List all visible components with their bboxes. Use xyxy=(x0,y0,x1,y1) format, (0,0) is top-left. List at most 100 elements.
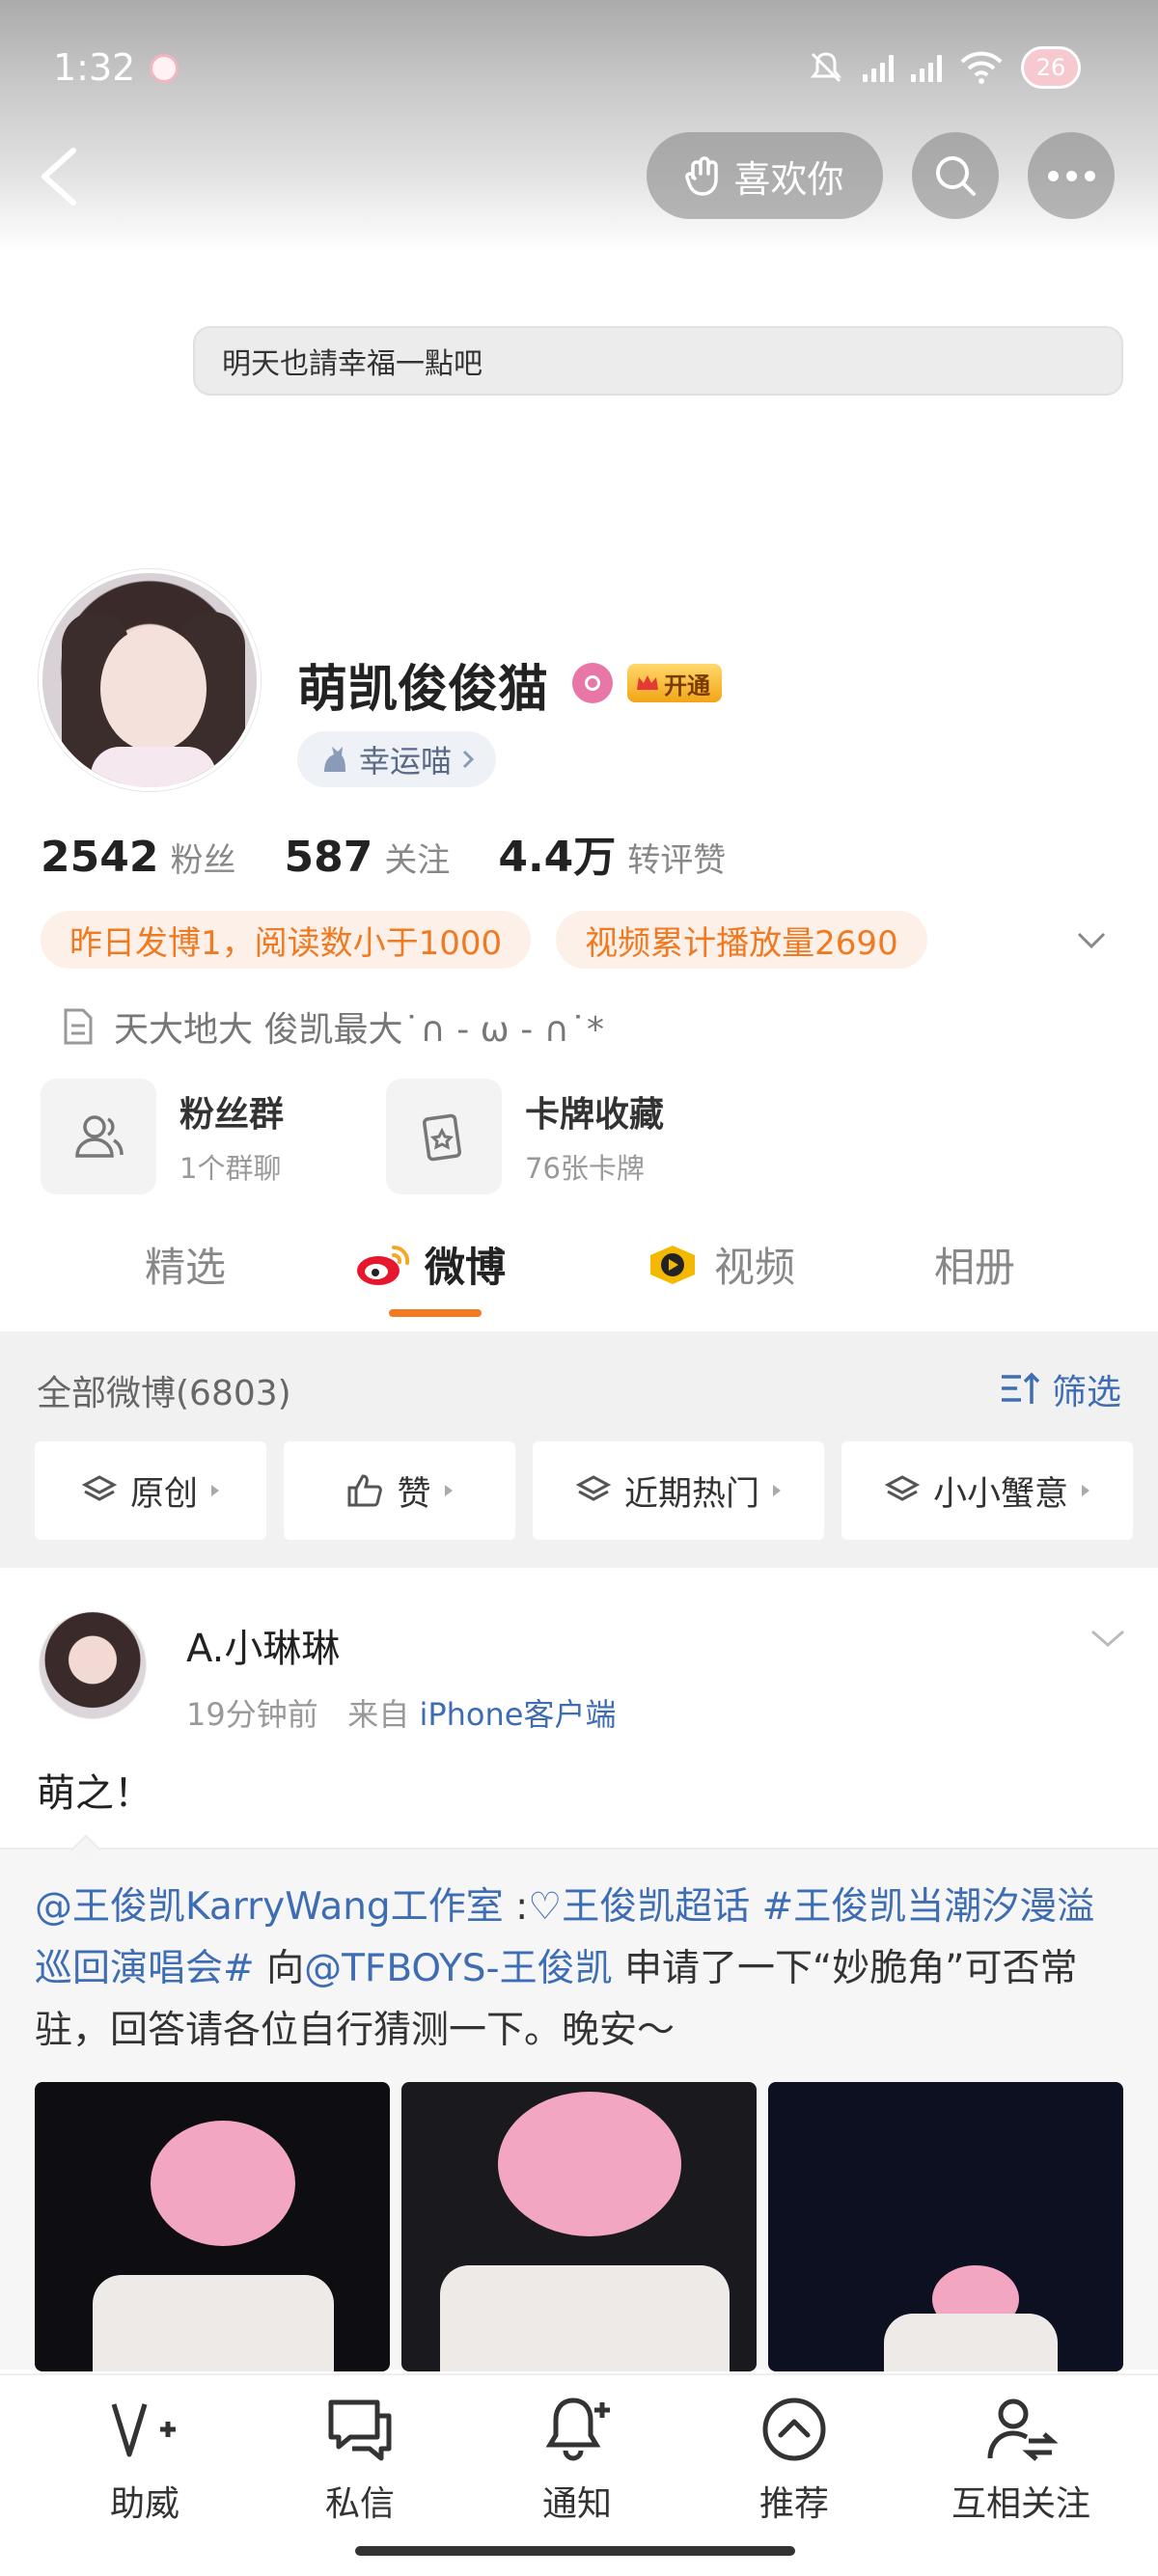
document-icon xyxy=(64,1008,93,1045)
stat-following-num: 587 xyxy=(284,833,373,882)
member-badge-icon[interactable] xyxy=(572,663,613,703)
profile-stats: 2542 粉丝 587 关注 4.4万 转评赞 xyxy=(41,822,774,884)
hand-icon xyxy=(685,156,719,196)
post-source[interactable]: iPhone客户端 xyxy=(419,1696,616,1733)
mutual-follow-label: 互相关注 xyxy=(951,2484,1090,2524)
more-options-button[interactable] xyxy=(1028,132,1115,219)
chip-like-label: 赞 xyxy=(397,1474,431,1514)
expand-chevron-icon[interactable] xyxy=(1074,922,1109,957)
fan-group-card[interactable]: 粉丝群 1个群聊 xyxy=(41,1079,386,1194)
chip-original-label: 原创 xyxy=(129,1474,198,1514)
wifi-icon xyxy=(960,51,1003,84)
back-icon[interactable] xyxy=(35,145,81,208)
recommend-button[interactable]: 推荐 xyxy=(717,2391,871,2526)
chip-original[interactable]: 原创 xyxy=(35,1441,266,1540)
repost-link[interactable]: ♡王俊凯超话 xyxy=(528,1885,750,1929)
lucky-tag[interactable]: 幸运喵 xyxy=(297,731,497,787)
tab-album-label: 相册 xyxy=(934,1244,1016,1291)
highlight-pills: 昨日发博1，阅读数小于1000 视频累计播放量2690 xyxy=(41,911,927,969)
chip-recent-hot[interactable]: 近期热门 xyxy=(533,1441,824,1540)
vip-open-badge[interactable]: 开通 xyxy=(627,664,722,702)
tab-album[interactable]: 相册 xyxy=(934,1235,1015,1294)
more-dot-icon xyxy=(1084,170,1095,181)
chip-custom[interactable]: 小小蟹意 xyxy=(841,1441,1133,1540)
card-collection-card[interactable]: 卡牌收藏 76张卡牌 xyxy=(386,1079,731,1194)
profile-cards: 粉丝群 1个群聊 卡牌收藏 76张卡牌 xyxy=(41,1079,731,1194)
search-icon xyxy=(936,156,976,196)
post-from-label: 来自 xyxy=(347,1696,410,1733)
status-time: 1:32 xyxy=(53,46,136,89)
post-author-name[interactable]: A.小琳琳 xyxy=(186,1617,340,1673)
highlight-pill[interactable]: 昨日发博1，阅读数小于1000 xyxy=(41,911,532,969)
chip-custom-label: 小小蟹意 xyxy=(932,1474,1068,1514)
chip-like[interactable]: 赞 xyxy=(284,1441,515,1540)
battery-level: 26 xyxy=(1035,54,1066,81)
post-text: 萌之！ xyxy=(37,1771,152,1816)
battery-icon: 26 xyxy=(1021,46,1081,89)
like-you-button[interactable]: 喜欢你 xyxy=(647,132,883,219)
bell-icon xyxy=(545,2398,610,2461)
app-notification-icon xyxy=(150,54,179,83)
post-time: 19分钟前 xyxy=(186,1696,318,1733)
repost-image[interactable] xyxy=(401,2082,757,2371)
chip-recent-hot-label: 近期热门 xyxy=(623,1474,759,1514)
signal-1-icon xyxy=(863,53,894,82)
filter-chips: 原创 赞 近期热门 小小蟹意 xyxy=(35,1441,1133,1540)
mutual-follow-icon xyxy=(987,2398,1059,2461)
cheer-button[interactable]: 助威 xyxy=(68,2391,222,2526)
notify-label: 通知 xyxy=(541,2484,612,2524)
stat-followers[interactable]: 2542 粉丝 xyxy=(41,833,235,882)
stat-following[interactable]: 587 关注 xyxy=(284,833,450,882)
stat-followers-label: 粉丝 xyxy=(170,841,236,880)
repost-text-segment xyxy=(750,1885,761,1929)
tab-featured[interactable]: 精选 xyxy=(145,1235,226,1294)
profile-tabs: 精选 微博 视频 相册 xyxy=(0,1225,1158,1322)
tab-weibo[interactable]: 微博 xyxy=(355,1235,506,1294)
recommend-label: 推荐 xyxy=(758,2484,829,2524)
cat-icon xyxy=(324,747,345,772)
repost-image[interactable] xyxy=(35,2082,390,2371)
status-bar: 1:32 26 xyxy=(0,46,1158,95)
more-dot-icon xyxy=(1047,170,1059,181)
cheer-label: 助威 xyxy=(109,2484,179,2524)
vip-label: 开通 xyxy=(664,671,710,699)
repost-text-segment: : xyxy=(503,1885,529,1929)
lucky-tag-label: 幸运喵 xyxy=(359,743,453,780)
fan-group-title: 粉丝群 xyxy=(179,1095,285,1135)
repost-link[interactable]: @王俊凯KarryWang工作室 xyxy=(35,1885,504,1929)
home-indicator xyxy=(355,2546,795,2556)
highlight-pill[interactable]: 视频累计播放量2690 xyxy=(556,911,927,969)
message-button[interactable]: 私信 xyxy=(283,2391,437,2526)
message-label: 私信 xyxy=(324,2484,395,2524)
notify-button[interactable]: 通知 xyxy=(500,2391,654,2526)
mute-icon xyxy=(810,52,842,83)
card-collection-title: 卡牌收藏 xyxy=(525,1095,665,1135)
group-icon xyxy=(75,1115,124,1158)
fan-group-sub: 1个群聊 xyxy=(179,1152,282,1185)
all-posts-count: 全部微博(6803) xyxy=(37,1374,291,1413)
stat-interactions-label: 转评赞 xyxy=(627,841,727,880)
repost-images xyxy=(35,2082,1123,2371)
filter-button[interactable]: 筛选 xyxy=(1000,1364,1121,1414)
post-menu-chevron-icon[interactable] xyxy=(1089,1624,1127,1653)
tab-weibo-label: 微博 xyxy=(425,1244,507,1291)
mutual-follow-button[interactable]: 互相关注 xyxy=(934,2391,1108,2526)
tab-video[interactable]: 视频 xyxy=(645,1235,795,1294)
search-button[interactable] xyxy=(912,132,999,219)
repost-image[interactable] xyxy=(768,2082,1123,2371)
signal-2-icon xyxy=(911,53,942,82)
repost-link[interactable]: @TFBOYS-王俊凯 xyxy=(304,1947,613,1990)
more-dot-icon xyxy=(1065,170,1077,181)
stat-interactions[interactable]: 4.4万 转评赞 xyxy=(498,822,726,884)
profile-avatar[interactable] xyxy=(39,569,261,791)
layers-icon xyxy=(81,1475,117,1501)
post-divider xyxy=(0,1848,1158,1850)
post-meta: 19分钟前 来自 iPhone客户端 xyxy=(186,1690,616,1735)
filter-label: 筛选 xyxy=(1051,1373,1121,1412)
active-tab-indicator xyxy=(389,1309,482,1317)
stat-following-label: 关注 xyxy=(384,841,451,880)
post-author-avatar[interactable] xyxy=(39,1611,147,1719)
chevron-right-icon xyxy=(462,750,475,769)
stat-interactions-num: 4.4万 xyxy=(498,833,617,882)
cheer-icon xyxy=(111,2403,176,2457)
